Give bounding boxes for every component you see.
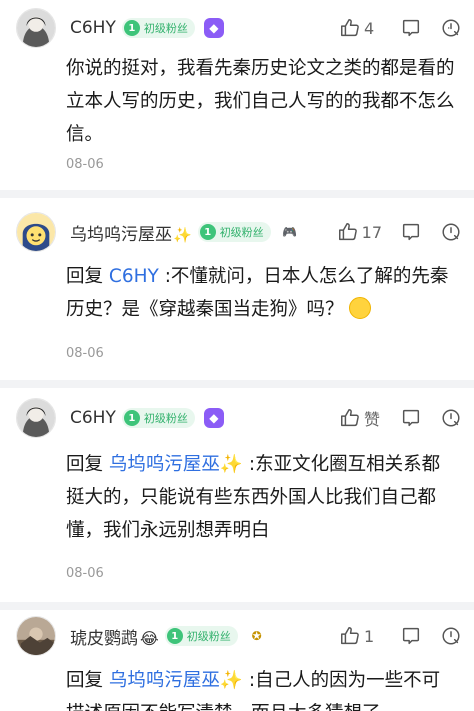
comment-text: 回复 乌坞呜污屋巫✨ :东亚文化圈互相关系都挺大的，只能说有些东西外国人比我们自… bbox=[66, 448, 456, 547]
comment-actions: 1 bbox=[321, 625, 462, 647]
thumbs-up-icon bbox=[341, 409, 359, 427]
comment-date: 08-06 bbox=[66, 566, 104, 581]
gold-medal-icon: ✪ bbox=[251, 629, 262, 643]
comment-header: C6HY 1 初级粉丝 ◆ 赞 bbox=[16, 398, 462, 438]
like-button[interactable]: 17 bbox=[337, 221, 382, 243]
gamepad-icon: 🎮 bbox=[282, 225, 298, 239]
username-text: 琥皮鹦鹉 bbox=[70, 628, 138, 649]
divider bbox=[0, 380, 474, 388]
user-avatar[interactable] bbox=[16, 398, 56, 438]
fan-badge: 1 初级粉丝 bbox=[164, 626, 238, 646]
divider bbox=[0, 190, 474, 198]
comment-date: 08-06 bbox=[66, 157, 104, 172]
fan-badge-label: 初级粉丝 bbox=[143, 412, 188, 425]
username-text: 乌坞呜污屋巫 bbox=[70, 224, 172, 245]
purple-medal-icon: ◆ bbox=[203, 18, 224, 38]
more-options-icon bbox=[442, 409, 460, 427]
reply-label: 回复 bbox=[66, 454, 104, 475]
comment-feed: C6HY 1 初级粉丝 ◆ 4 你说的挺对，我看先秦历史论文之类的都是看的立本人… bbox=[0, 0, 474, 711]
mention-link[interactable]: 乌坞呜污屋巫✨ bbox=[109, 454, 243, 475]
comment-text: 回复 C6HY :不懂就问，日本人怎么了解的先秦历史？是《穿越秦国当走狗》吗？ bbox=[66, 260, 456, 326]
mention-link[interactable]: 乌坞呜污屋巫✨ bbox=[109, 670, 243, 691]
purple-medal-icon: ◆ bbox=[203, 408, 224, 428]
thumbs-up-icon bbox=[338, 223, 357, 241]
username[interactable]: C6HY bbox=[70, 408, 116, 428]
reply-button[interactable] bbox=[400, 407, 422, 429]
comment-header: 琥皮鹦鹉 😂 1 初级粉丝 ✪ 1 bbox=[16, 616, 462, 656]
thumbs-up-icon bbox=[341, 19, 359, 37]
like-button[interactable]: 1 bbox=[339, 625, 382, 647]
more-options-icon bbox=[442, 627, 460, 645]
comment-item: 乌坞呜污屋巫✨ 1 初级粉丝 🎮 17 回复 C6HY:不懂就问，日本人怎么了… bbox=[0, 198, 474, 380]
comment-date: 08-06 bbox=[66, 346, 104, 361]
fan-badge: 1 初级粉丝 bbox=[121, 408, 195, 428]
comment-actions: 4 bbox=[321, 17, 462, 39]
fan-badge-label: 初级粉丝 bbox=[219, 226, 264, 239]
like-count: 4 bbox=[364, 18, 375, 38]
comment-item: C6HY 1 初级粉丝 ◆ 赞 回复 乌坞呜污屋巫✨:东亚文化圈互相关系都挺大… bbox=[0, 388, 474, 602]
user-avatar[interactable] bbox=[16, 616, 56, 656]
more-button[interactable] bbox=[440, 407, 462, 429]
comment-text: 你说的挺对，我看先秦历史论文之类的都是看的立本人写的历史，我们自己人写的的我都不… bbox=[66, 52, 456, 151]
comment-item: C6HY 1 初级粉丝 ◆ 4 你说的挺对，我看先秦历史论文之类的都是看的立本人… bbox=[0, 0, 474, 190]
reply-button[interactable] bbox=[400, 625, 422, 647]
comment-header: 乌坞呜污屋巫✨ 1 初级粉丝 🎮 17 bbox=[16, 212, 462, 252]
fan-badge: 1 初级粉丝 bbox=[197, 222, 271, 242]
more-options-icon bbox=[442, 223, 460, 241]
divider bbox=[0, 602, 474, 610]
comment-item: 琥皮鹦鹉 😂 1 初级粉丝 ✪ 1 回复 乌坞呜污屋巫✨:自己人的因为一些不可 bbox=[0, 610, 474, 711]
more-options-icon bbox=[442, 19, 460, 37]
comment-bubble-icon bbox=[402, 409, 420, 427]
smile-emoji-icon bbox=[349, 297, 372, 319]
comment-actions: 赞 bbox=[321, 406, 462, 430]
fan-badge-label: 初级粉丝 bbox=[143, 22, 188, 35]
fan-badge-label: 初级粉丝 bbox=[186, 630, 231, 643]
reply-button[interactable] bbox=[400, 17, 422, 39]
comment-bubble-icon bbox=[402, 19, 420, 37]
like-count: 赞 bbox=[364, 410, 381, 429]
username[interactable]: 乌坞呜污屋巫✨ bbox=[70, 220, 192, 245]
comment-bubble-icon bbox=[402, 627, 420, 645]
mention-link[interactable]: C6HY bbox=[109, 266, 159, 287]
comment-header: C6HY 1 初级粉丝 ◆ 4 bbox=[16, 8, 462, 48]
comment-content: 你说的挺对，我看先秦历史论文之类的都是看的立本人写的历史，我们自己人写的的我都不… bbox=[66, 58, 455, 145]
fan-level-icon: 1 bbox=[166, 628, 183, 644]
more-button[interactable] bbox=[440, 17, 462, 39]
more-button[interactable] bbox=[440, 221, 462, 243]
like-count: 17 bbox=[361, 222, 382, 242]
sparkle-icon: ✨ bbox=[173, 225, 192, 244]
reply-label: 回复 bbox=[66, 266, 104, 287]
thumbs-up-icon bbox=[341, 627, 359, 645]
fan-level-icon: 1 bbox=[123, 410, 140, 426]
fan-badge: 1 初级粉丝 bbox=[121, 18, 195, 38]
username[interactable]: 琥皮鹦鹉 😂 bbox=[70, 624, 159, 649]
fan-level-icon: 1 bbox=[123, 20, 140, 36]
comment-bubble-icon bbox=[402, 223, 420, 241]
comment-actions: 17 bbox=[319, 221, 462, 243]
reply-label: 回复 bbox=[66, 670, 104, 691]
laughing-emoji-icon: 😂 bbox=[140, 628, 159, 648]
fan-level-icon: 1 bbox=[199, 224, 216, 240]
user-avatar[interactable] bbox=[16, 212, 56, 252]
like-count: 1 bbox=[364, 626, 375, 646]
more-button[interactable] bbox=[440, 625, 462, 647]
like-button[interactable]: 4 bbox=[339, 17, 382, 39]
like-button[interactable]: 赞 bbox=[339, 406, 382, 430]
comment-text: 回复 乌坞呜污屋巫✨ :自己人的因为一些不可描述原因不能写清楚，而且太多猜想了 bbox=[66, 664, 456, 711]
reply-button[interactable] bbox=[400, 221, 422, 243]
username[interactable]: C6HY bbox=[70, 18, 116, 38]
user-avatar[interactable] bbox=[16, 8, 56, 48]
